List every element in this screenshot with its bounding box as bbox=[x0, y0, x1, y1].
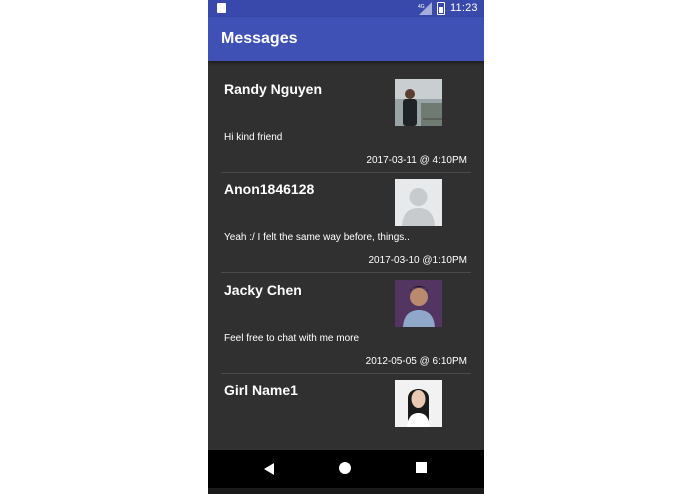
message-preview: Yeah :/ I felt the same way before, thin… bbox=[224, 232, 410, 243]
status-time: 11:23 bbox=[450, 2, 478, 14]
navigation-bar bbox=[208, 450, 484, 488]
message-preview: Hi kind friend bbox=[224, 132, 283, 143]
contact-name: Randy Nguyen bbox=[224, 81, 323, 97]
battery-icon bbox=[437, 2, 445, 15]
signal-icon: 4G bbox=[418, 2, 432, 15]
back-icon[interactable] bbox=[264, 463, 274, 475]
network-type-label: 4G bbox=[418, 4, 425, 10]
app-bar: Messages bbox=[208, 17, 484, 61]
message-list[interactable]: Randy Nguyen Hi kind friend 2017-03-11 @… bbox=[208, 61, 484, 438]
avatar-photo-icon bbox=[395, 79, 442, 126]
bottom-edge bbox=[208, 488, 484, 494]
contact-name: Girl Name1 bbox=[224, 382, 298, 398]
message-preview: Feel free to chat with me more bbox=[224, 333, 360, 344]
list-item[interactable]: Girl Name1 bbox=[208, 362, 484, 438]
list-item[interactable]: Jacky Chen Feel free to chat with me mor… bbox=[208, 262, 484, 367]
list-item[interactable]: Randy Nguyen Hi kind friend 2017-03-11 @… bbox=[208, 61, 484, 166]
recents-icon[interactable] bbox=[416, 462, 427, 473]
avatar-photo-icon bbox=[395, 280, 442, 327]
contact-name: Jacky Chen bbox=[224, 282, 302, 298]
phone-screen: 4G 11:23 Messages Randy Nguyen Hi kind f… bbox=[208, 0, 484, 494]
home-icon[interactable] bbox=[339, 462, 351, 474]
sd-card-icon bbox=[217, 3, 226, 13]
contact-name: Anon1846128 bbox=[224, 181, 315, 197]
list-item[interactable]: Anon1846128 Yeah :/ I felt the same way … bbox=[208, 161, 484, 266]
avatar-photo-icon bbox=[395, 380, 442, 427]
default-avatar-icon bbox=[395, 179, 442, 226]
status-bar: 4G 11:23 bbox=[208, 0, 484, 17]
page-title: Messages bbox=[221, 30, 298, 47]
